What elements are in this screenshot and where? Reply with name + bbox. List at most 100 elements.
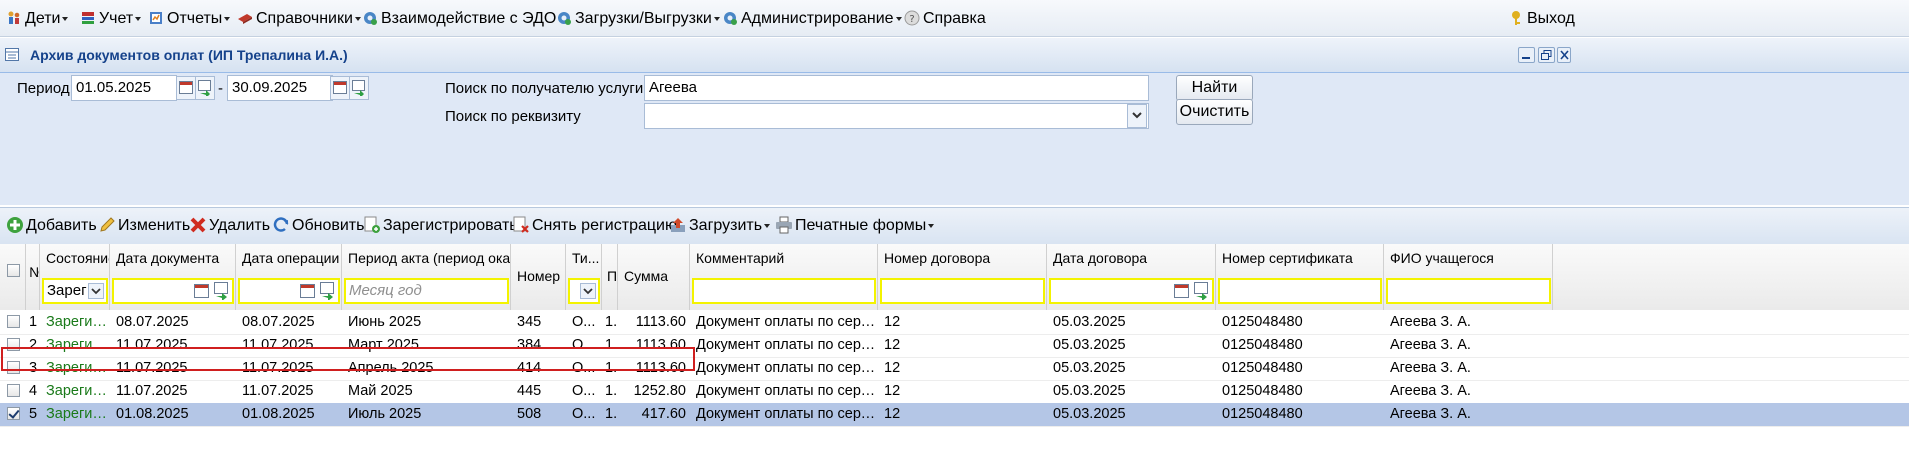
gear-icon — [558, 12, 571, 25]
minimize-icon — [1522, 57, 1530, 59]
header-number[interactable]: Номер — [511, 244, 566, 310]
cell-n: 4 — [29, 383, 38, 399]
table-row[interactable]: 1 Зарегистрирован 08.07.2025 08.07.2025 Июнь… — [0, 311, 1909, 335]
cell-doc-date: 11.07.2025 — [116, 337, 188, 353]
row-checkbox[interactable] — [7, 338, 20, 351]
period-from-input[interactable]: 01.05.2025 — [71, 75, 177, 101]
menu-children[interactable]: Дети — [6, 8, 69, 30]
cell-contract-no: 12 — [884, 360, 901, 376]
header-sum[interactable]: Сумма — [618, 244, 690, 310]
period-to-today-button[interactable] — [349, 76, 369, 100]
header-num[interactable]: № — [26, 244, 40, 310]
cell-certificate: 0125048480 — [1222, 383, 1303, 399]
calendar-arrow-icon — [320, 282, 334, 300]
cell-state: Зарегистрирован — [46, 314, 110, 330]
menu-directories[interactable]: Справочники — [237, 8, 361, 30]
contract-no-filter-input[interactable] — [880, 278, 1045, 304]
delete-button[interactable]: Удалить — [189, 215, 270, 237]
header-num-label: № — [29, 264, 39, 280]
contract-date-filter-input[interactable] — [1049, 278, 1214, 304]
printer-icon — [776, 216, 792, 234]
header-contract-no-label: Номер договора — [884, 250, 991, 266]
cell-p: 1. — [605, 314, 618, 330]
cell-op-date: 11.07.2025 — [242, 337, 314, 353]
cell-op-date: 11.07.2025 — [242, 360, 314, 376]
type-filter-select[interactable] — [568, 278, 600, 304]
row-checkbox[interactable] — [7, 384, 20, 397]
cell-type: О... — [572, 406, 596, 422]
cell-op-date: 01.08.2025 — [242, 406, 315, 422]
register-button[interactable]: Зарегистрировать — [363, 215, 518, 237]
menu-administration[interactable]: Администрирование — [722, 8, 902, 30]
menu-edo[interactable]: Взаимодействие с ЭДО — [362, 8, 565, 30]
menu-exit[interactable]: Выход — [1508, 8, 1575, 30]
unregister-button[interactable]: Снять регистрацию — [512, 215, 677, 237]
comment-filter-input[interactable] — [692, 278, 876, 304]
find-button[interactable]: Найти — [1176, 75, 1253, 101]
calendar-arrow-icon — [1194, 282, 1208, 300]
cell-period: Март 2025 — [348, 337, 419, 353]
op-date-filter-input[interactable] — [238, 278, 340, 304]
row-checkbox[interactable] — [7, 407, 20, 420]
children-icon — [8, 11, 20, 24]
cell-number: 384 — [517, 337, 542, 353]
period-to-calendar-button[interactable] — [330, 76, 350, 100]
table-row[interactable]: 5 Зарегистрирован 01.08.2025 01.08.2025 Июль… — [0, 403, 1909, 427]
chevron-down-icon — [928, 224, 935, 228]
svg-text:?: ? — [909, 14, 914, 25]
student-filter-input[interactable] — [1386, 278, 1551, 304]
certificate-filter-input[interactable] — [1218, 278, 1382, 304]
period-to-input[interactable]: 30.09.2025 — [227, 75, 333, 101]
period-from-calendar-button[interactable] — [176, 76, 196, 100]
print-forms-button[interactable]: Печатные формы — [775, 215, 935, 237]
cell-period: Май 2025 — [348, 383, 413, 399]
doc-date-filter-input[interactable] — [112, 278, 234, 304]
period-separator: - — [218, 80, 223, 97]
cell-doc-date: 01.08.2025 — [116, 406, 189, 422]
header-select-all[interactable] — [0, 244, 26, 310]
requisite-search-select[interactable] — [644, 103, 1149, 129]
menu-help[interactable]: ? Справка — [904, 8, 986, 30]
restore-button[interactable] — [1538, 47, 1555, 63]
add-button[interactable]: Добавить — [6, 215, 97, 237]
menu-accounting[interactable]: Учет — [80, 8, 142, 30]
row-checkbox[interactable] — [7, 315, 20, 328]
load-button[interactable]: Загрузить — [669, 215, 771, 237]
chevron-down-icon — [713, 17, 720, 21]
row-checkbox[interactable] — [7, 361, 20, 374]
state-filter-value: Зарегистрирован — [47, 282, 87, 299]
close-button[interactable] — [1557, 47, 1571, 63]
table-row[interactable]: 4 Зарегистрирован 11.07.2025 11.07.2025 Май … — [0, 380, 1909, 404]
cell-certificate: 0125048480 — [1222, 314, 1303, 330]
delete-button-label: Удалить — [209, 217, 271, 234]
calendar-icon — [1174, 284, 1189, 298]
clear-button[interactable]: Очистить — [1176, 99, 1253, 125]
period-label: Период: — [17, 80, 74, 97]
period-from-today-button[interactable] — [195, 76, 215, 100]
unregister-button-label: Снять регистрацию — [532, 217, 677, 234]
refresh-button[interactable]: Обновить — [272, 215, 364, 237]
edit-button[interactable]: Изменить — [98, 215, 190, 237]
recipient-search-input[interactable]: Агеева — [644, 75, 1149, 101]
refresh-icon — [273, 217, 289, 232]
calendar-arrow-icon — [198, 80, 211, 96]
cell-student: Агеева З. А. — [1390, 383, 1471, 399]
menu-import-export[interactable]: Загрузки/Выгрузки — [556, 8, 720, 30]
header-p[interactable]: П. — [602, 244, 618, 310]
table-row[interactable]: 2 Зарегистрирован 11.07.2025 11.07.2025 Март… — [0, 334, 1909, 358]
header-number-label: Номер — [517, 268, 561, 284]
cell-comment: Документ оплаты по сертификату — [696, 337, 878, 353]
menu-reports[interactable]: Отчеты — [148, 8, 231, 30]
period-filter-input[interactable]: Месяц год — [344, 278, 509, 304]
minimize-button[interactable] — [1518, 47, 1535, 63]
register-button-label: Зарегистрировать — [383, 217, 518, 234]
pencil-icon — [100, 217, 115, 232]
requisite-dropdown-button[interactable] — [1127, 104, 1147, 128]
cell-contract-no: 12 — [884, 314, 901, 330]
cell-state: Зарегистрирован — [46, 360, 110, 376]
table-row[interactable]: 3 Зарегистрирован 11.07.2025 11.07.2025 Апре… — [0, 357, 1909, 381]
cell-n: 2 — [29, 337, 38, 353]
select-all-checkbox[interactable] — [7, 264, 20, 277]
state-filter-select[interactable]: Зарегистрирован — [42, 278, 108, 304]
cell-contract-date: 05.03.2025 — [1053, 383, 1126, 399]
